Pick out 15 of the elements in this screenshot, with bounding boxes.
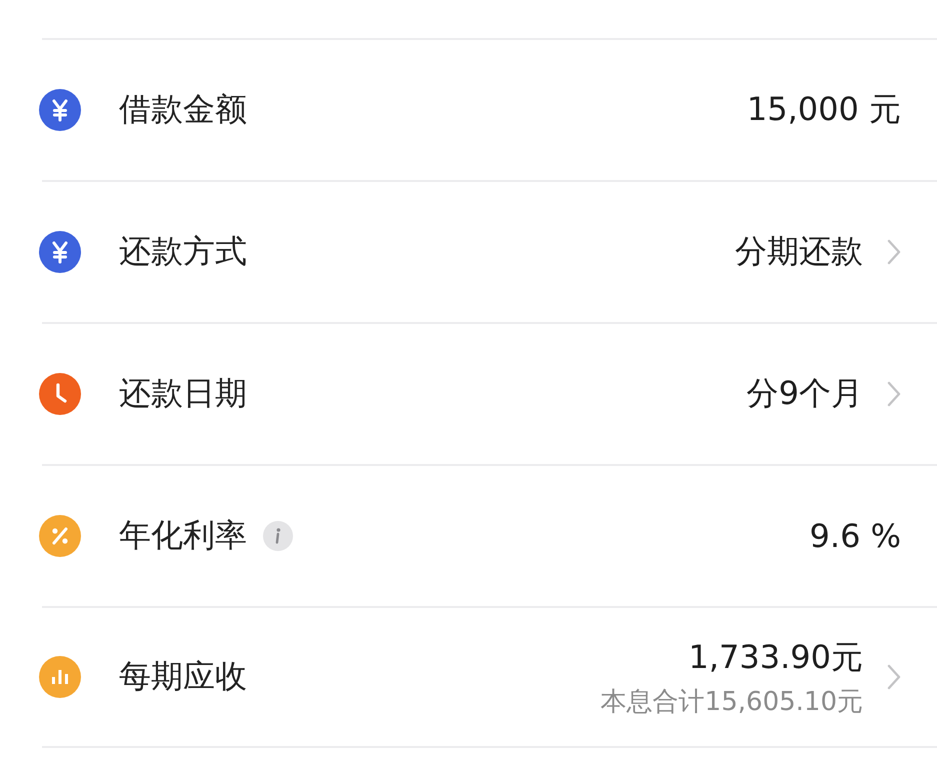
field-label: 还款日期	[119, 373, 247, 414]
field-label: 每期应收	[119, 656, 247, 697]
field-value: 15,000 元	[746, 89, 901, 130]
field-value: 9.6 %	[810, 517, 901, 555]
chevron-right-icon[interactable]	[887, 664, 901, 690]
field-value: 1,733.90元	[688, 636, 863, 678]
field-value: 分期还款	[735, 231, 863, 272]
chevron-right-icon[interactable]	[887, 381, 901, 407]
chevron-right-icon[interactable]	[887, 239, 901, 265]
total-amount: 本息合计15,605.10元	[600, 686, 863, 718]
field-label: 借款金额	[119, 89, 247, 130]
field-label: 还款方式	[119, 231, 247, 272]
field-label: 年化利率	[119, 515, 247, 556]
info-icon[interactable]	[263, 521, 293, 551]
field-value: 分9个月	[746, 373, 863, 414]
